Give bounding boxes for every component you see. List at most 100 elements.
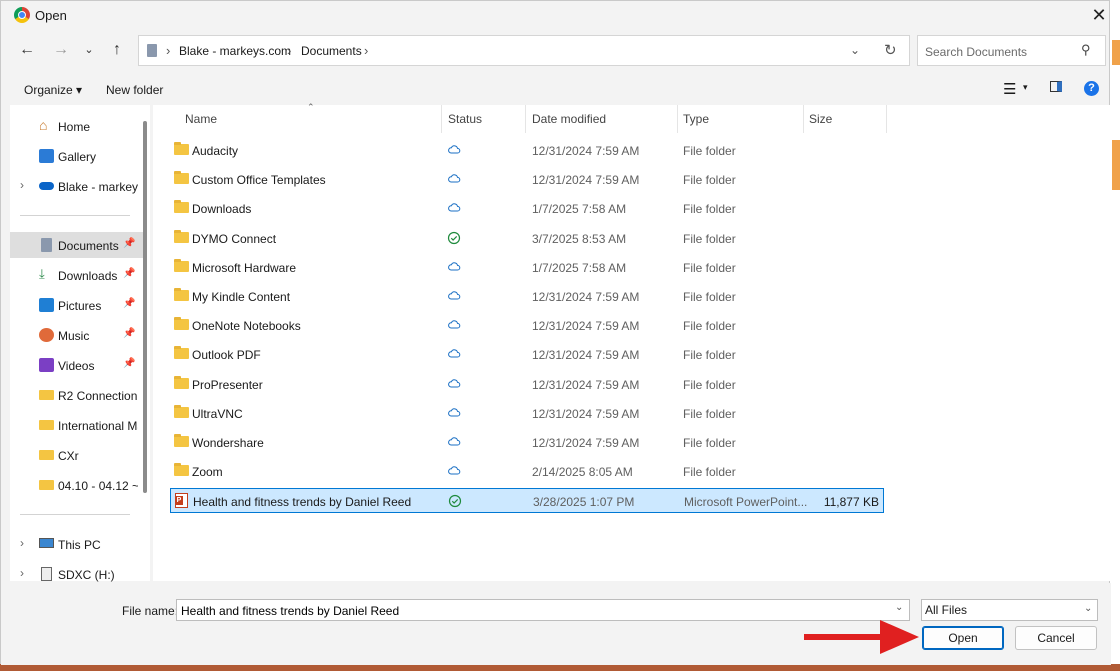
file-name-input[interactable] — [179, 602, 883, 620]
cloud-status-icon — [447, 201, 461, 215]
videos-icon — [39, 358, 54, 372]
new-folder-button[interactable]: New folder — [106, 83, 163, 97]
close-button[interactable]: ✕ — [1087, 3, 1111, 27]
table-row[interactable]: Downloads 1/7/2025 7:58 AM File folder — [170, 196, 884, 221]
pin-icon: 📌 — [123, 268, 136, 279]
table-row[interactable]: My Kindle Content 12/31/2024 7:59 AM File … — [170, 284, 884, 309]
sidebar-item-home[interactable]: ⌂ Home — [10, 113, 145, 139]
navigation-scrollbar[interactable] — [143, 121, 147, 493]
sidebar-item-international[interactable]: International Markets — [10, 412, 145, 438]
breadcrumb-separator-icon[interactable]: › — [166, 43, 170, 58]
file-name-combobox[interactable]: ⌄ — [176, 599, 910, 621]
sort-ascending-icon: ⌃ — [307, 102, 315, 112]
chevron-down-icon[interactable]: ⌄ — [895, 602, 903, 613]
sidebar-item-music[interactable]: Music 📌 — [10, 322, 145, 348]
search-input[interactable] — [923, 42, 1077, 62]
breadcrumb-separator-icon[interactable]: › — [287, 43, 291, 58]
help-icon[interactable]: ? — [1084, 81, 1099, 96]
recent-locations-chevron-icon[interactable]: ⌄ — [78, 39, 100, 61]
file-date: 3/7/2025 8:53 AM — [532, 231, 627, 246]
table-row[interactable]: Outlook PDF 12/31/2024 7:59 AM File folder — [170, 342, 884, 367]
expand-chevron-icon[interactable]: › — [20, 178, 24, 192]
column-divider[interactable] — [803, 105, 804, 133]
sidebar-item-04-10[interactable]: 04.10 - 04.12 ~ — [10, 472, 145, 498]
title-bar: Open ✕ — [1, 1, 1111, 29]
sidebar-item-documents[interactable]: Documents 📌 — [10, 232, 145, 258]
sidebar-item-pictures[interactable]: Pictures 📌 — [10, 292, 145, 318]
table-row[interactable]: Custom Office Templates 12/31/2024 7:59 A… — [170, 167, 884, 192]
column-header-name[interactable]: Name — [185, 112, 217, 126]
up-arrow-icon[interactable]: ↑ — [106, 39, 128, 61]
table-row[interactable]: Microsoft Hardware 1/7/2025 7:58 AM File f… — [170, 255, 884, 280]
file-list: ⌃ Name Status Date modified Type Size Au… — [153, 102, 1111, 581]
documents-icon — [147, 44, 157, 57]
sd-card-icon — [41, 567, 52, 581]
sidebar-item-downloads[interactable]: ⤓ Downloads 📌 — [10, 262, 145, 288]
pin-icon: 📌 — [123, 328, 136, 339]
chevron-down-icon[interactable]: ⌄ — [1084, 603, 1092, 614]
file-date: 12/31/2024 7:59 AM — [532, 348, 640, 363]
address-bar[interactable]: › Blake - markeys.com › Documents › ⌄ ↻ — [138, 35, 910, 66]
view-options-icon[interactable]: ☰ — [1003, 80, 1016, 98]
organize-label: Organize — [24, 83, 73, 97]
column-header-date[interactable]: Date modified — [532, 112, 606, 126]
dialog-footer: File name: ⌄ All Files ⌄ Open Cancel — [1, 583, 1111, 665]
column-header-size[interactable]: Size — [809, 112, 832, 126]
file-type-select[interactable]: All Files ⌄ — [921, 599, 1098, 621]
address-dropdown-chevron-icon[interactable]: ⌄ — [850, 43, 860, 57]
table-row[interactable]: Health and fitness trends by Daniel Reed… — [170, 488, 884, 514]
organize-button[interactable]: Organize ▾ — [24, 83, 82, 97]
preview-pane-icon[interactable] — [1050, 81, 1062, 92]
folder-icon — [174, 229, 189, 243]
sidebar-item-this-pc[interactable]: › This PC — [10, 531, 145, 557]
cloud-status-icon — [447, 260, 461, 274]
breadcrumb-blake[interactable]: Blake - markeys.com — [179, 44, 291, 58]
column-header-type[interactable]: Type — [683, 112, 709, 126]
breadcrumb-documents[interactable]: Documents — [301, 44, 362, 58]
sidebar-item-gallery[interactable]: Gallery — [10, 143, 145, 169]
table-row[interactable]: Audacity 12/31/2024 7:59 AM File folder — [170, 138, 884, 163]
file-name: Health and fitness trends by Daniel Reed — [193, 495, 412, 510]
table-row[interactable]: Wondershare 12/31/2024 7:59 AM File folder — [170, 430, 884, 455]
column-divider[interactable] — [525, 105, 526, 133]
file-name-label: File name: — [122, 604, 179, 618]
breadcrumb-separator-icon[interactable]: › — [364, 43, 368, 58]
table-row[interactable]: DYMO Connect 3/7/2025 8:53 AM File folder — [170, 226, 884, 251]
table-row[interactable]: UltraVNC 12/31/2024 7:59 AM File folder — [170, 401, 884, 426]
table-row[interactable]: Zoom 2/14/2025 8:05 AM File folder — [170, 459, 884, 484]
sidebar-item-videos[interactable]: Videos 📌 — [10, 352, 145, 378]
background-app — [1110, 0, 1120, 671]
column-divider[interactable] — [441, 105, 442, 133]
file-name: Microsoft Hardware — [192, 260, 297, 275]
back-arrow-icon[interactable]: ← — [16, 39, 38, 61]
open-dialog: Open ✕ ← → ⌄ ↑ › Blake - markeys.com › D… — [0, 0, 1111, 665]
search-box[interactable]: ⚲ — [917, 35, 1106, 66]
file-type: File folder — [683, 231, 736, 246]
cloud-status-icon — [447, 318, 461, 332]
open-button[interactable]: Open — [922, 626, 1004, 650]
forward-arrow-icon[interactable]: → — [50, 39, 72, 61]
expand-chevron-icon[interactable]: › — [20, 536, 24, 550]
pin-icon: 📌 — [123, 298, 136, 309]
table-row[interactable]: OneNote Notebooks 12/31/2024 7:59 AM File … — [170, 313, 884, 338]
cloud-status-icon — [447, 143, 461, 157]
view-dropdown-icon[interactable]: ▾ — [1023, 82, 1028, 93]
background-taskbar-edge — [0, 664, 1120, 671]
folder-icon — [174, 404, 189, 418]
home-icon: ⌂ — [39, 117, 48, 133]
table-row[interactable]: ProPresenter 12/31/2024 7:59 AM File folde… — [170, 372, 884, 397]
cancel-button[interactable]: Cancel — [1015, 626, 1097, 650]
expand-chevron-icon[interactable]: › — [20, 566, 24, 580]
sidebar-item-r2-connection[interactable]: R2 Connection Files — [10, 382, 145, 408]
file-name: DYMO Connect — [192, 231, 277, 246]
sidebar-item-onedrive[interactable]: › Blake - markeys.com — [10, 173, 145, 199]
column-divider[interactable] — [886, 105, 887, 133]
command-bar: Organize ▾ New folder ☰ ▾ ? — [1, 77, 1111, 103]
refresh-icon[interactable]: ↻ — [884, 41, 897, 59]
download-icon: ⤓ — [39, 266, 45, 281]
column-header-status[interactable]: Status — [448, 112, 482, 126]
column-headers: ⌃ Name Status Date modified Type Size — [153, 102, 1111, 133]
file-name: Wondershare — [192, 436, 264, 450]
column-divider[interactable] — [677, 105, 678, 133]
sidebar-item-cxr[interactable]: CXr — [10, 442, 145, 468]
